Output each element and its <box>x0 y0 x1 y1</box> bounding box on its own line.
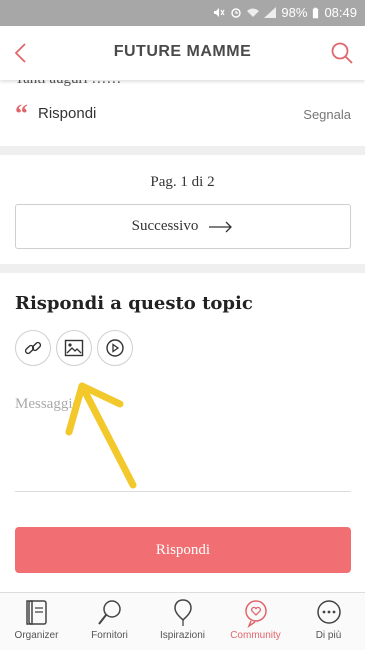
fornitori-icon <box>97 600 121 625</box>
nav-label: Community <box>230 630 281 641</box>
signal-icon <box>264 7 277 18</box>
nav-ispirazioni[interactable]: Ispirazioni <box>146 593 219 650</box>
alarm-icon <box>231 8 242 18</box>
nav-community[interactable]: Community <box>219 593 292 650</box>
search-icon[interactable] <box>329 40 355 66</box>
wifi-icon <box>247 8 260 17</box>
battery-level: 98% <box>281 5 308 20</box>
battery-icon <box>313 7 319 18</box>
bottom-nav: Organizer Fornitori Ispirazioni Communit… <box>0 592 365 650</box>
submit-reply-button[interactable]: Rispondi <box>15 527 351 573</box>
insert-link-button[interactable] <box>15 330 51 366</box>
submit-reply-label: Rispondi <box>155 541 211 558</box>
reply-form-title: Rispondi a questo topic <box>15 293 253 314</box>
reply-link[interactable]: Rispondi <box>38 105 96 122</box>
nav-label: Fornitori <box>91 630 128 641</box>
nav-more[interactable]: Di più <box>292 593 365 650</box>
next-page-label: Successivo <box>131 218 199 234</box>
more-icon <box>316 600 341 624</box>
pagination-indicator: Pag. 1 di 2 <box>150 174 215 190</box>
nav-organizer[interactable]: Organizer <box>0 593 73 650</box>
app-header: FUTURE MAMME <box>0 26 365 80</box>
insert-video-button[interactable] <box>97 330 133 366</box>
clock: 08:49 <box>324 5 357 20</box>
organizer-icon <box>25 600 47 625</box>
report-link[interactable]: Segnala <box>303 107 351 122</box>
nav-label: Di più <box>315 630 342 641</box>
post-text: Tanti auguri !!!!!! <box>15 80 121 88</box>
image-icon <box>64 339 84 357</box>
community-icon <box>244 600 267 628</box>
divider <box>0 264 365 273</box>
page-title: FUTURE MAMME <box>113 43 252 60</box>
ispirazioni-icon <box>173 599 192 626</box>
reply-link-row[interactable]: “ Rispondi <box>15 99 96 128</box>
divider <box>0 146 365 155</box>
quote-icon: “ <box>15 99 28 128</box>
mute-icon <box>214 8 225 17</box>
arrow-right-icon <box>209 221 233 232</box>
message-input[interactable] <box>15 396 351 492</box>
next-page-button[interactable]: Successivo <box>15 204 351 249</box>
nav-fornitori[interactable]: Fornitori <box>73 593 146 650</box>
insert-image-button[interactable] <box>56 330 92 366</box>
video-icon <box>106 339 124 357</box>
nav-label: Organizer <box>14 630 59 641</box>
nav-label: Ispirazioni <box>159 630 206 641</box>
status-bar: 98% 08:49 <box>0 0 365 26</box>
post-footer: Tanti auguri !!!!!! “ Rispondi Segnala <box>0 80 365 146</box>
link-icon <box>24 341 42 355</box>
